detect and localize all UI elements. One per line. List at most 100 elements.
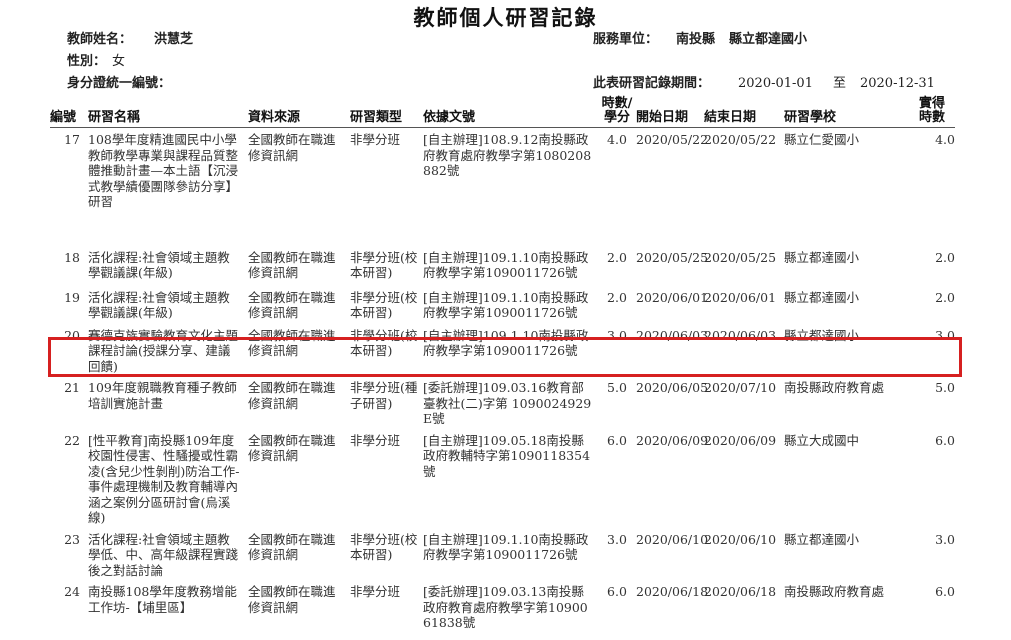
- row-end: 2020/06/18: [704, 584, 777, 599]
- row-hours: 6.0: [607, 584, 627, 599]
- teacher-name: 洪慧芝: [154, 32, 194, 47]
- row-name: 活化課程:社會領域主題教學低、中、高年級課程實踐後之對話討論: [88, 531, 239, 578]
- row-end: 2020/05/22: [704, 132, 777, 147]
- col-end: 結束日期: [704, 97, 784, 128]
- row-earned: 2.0: [935, 249, 955, 265]
- row-start: 2020/06/05: [636, 380, 709, 395]
- row-name: 108學年度精進國民中小學教師教學專業與課程品質整體推動計畫—本土語【沉浸式教學…: [88, 132, 239, 209]
- row-name: 活化課程:社會領域主題教學觀議課(年級): [88, 289, 230, 321]
- row-school: 縣立都達國小: [784, 289, 860, 305]
- period-end: 2020-12-31: [859, 76, 935, 91]
- training-table: 編號 研習名稱 資料來源 研習類型 依據文號 時數/學分 開始日期 結束日期 研…: [50, 97, 955, 640]
- teacher-name-label: 教師姓名：: [67, 32, 133, 47]
- row-start: 2020/05/25: [636, 249, 709, 265]
- unit-row: 服務單位： 南投縣 縣立都達國小: [593, 28, 807, 47]
- table-row: 20 賽德克族實驗教育文化主題課程討論(授課分享、建議回饋) 全國教師在職進修資訊網…: [50, 324, 955, 377]
- row-no: 17: [64, 132, 80, 147]
- row-no: 18: [64, 249, 80, 265]
- row-type: 非學分班: [350, 432, 401, 448]
- unit-label: 服務單位：: [593, 32, 659, 47]
- row-type: 非學分班(校本研習): [350, 327, 418, 359]
- row-type: 非學分班(種子研習): [350, 380, 418, 411]
- gender-label: 性別：: [67, 54, 107, 69]
- row-type: 非學分班: [350, 132, 401, 147]
- unit-county: 南投縣: [676, 32, 716, 47]
- row-hours: 3.0: [607, 531, 627, 547]
- table-row: 24 南投縣108學年度教務增能工作坊-【埔里區】 全國教師在職進修資訊網 非學分班 […: [50, 580, 955, 640]
- row-start: 2020/06/10: [636, 531, 709, 547]
- row-start: 2020/06/01: [636, 289, 709, 305]
- row-hours: 4.0: [607, 132, 627, 147]
- row-name: [性平教育]南投縣109年度校園性侵害、性騷擾或性霸凌(含兒少性剝削)防治工作-…: [88, 432, 240, 526]
- row-end: 2020/06/10: [704, 531, 777, 547]
- table-row: 22 [性平教育]南投縣109年度校園性侵害、性騷擾或性霸凌(含兒少性剝削)防治工…: [50, 429, 955, 528]
- row-hours: 6.0: [607, 432, 627, 448]
- row-start: 2020/06/09: [636, 432, 709, 448]
- row-earned: 2.0: [935, 289, 955, 305]
- row-school: 南投縣政府教育處: [784, 584, 885, 599]
- row-name: 109年度親職教育種子教師培訓實施計畫: [88, 380, 237, 411]
- table-row: 21 109年度親職教育種子教師培訓實施計畫 全國教師在職進修資訊網 非學分班(種子研…: [50, 376, 955, 429]
- table-row: 17 108學年度精進國民中小學教師教學專業與課程品質整體推動計畫—本土語【沉浸式…: [50, 128, 955, 246]
- row-doc: [自主辦理]109.05.18南投縣政府教輔特字第1090118354號: [423, 432, 591, 479]
- table-row: 18 活化課程:社會領域主題教學觀議課(年級) 全國教師在職進修資訊網 非學分班(校本…: [50, 246, 955, 286]
- row-hours: 3.0: [607, 327, 627, 343]
- row-doc: [自主辦理]109.1.10南投縣政府教學字第1090011726號: [423, 289, 589, 321]
- row-type: 非學分班: [350, 584, 401, 599]
- table-header: 編號 研習名稱 資料來源 研習類型 依據文號 時數/學分 開始日期 結束日期 研…: [50, 97, 955, 128]
- row-school: 縣立大成國中: [784, 432, 860, 448]
- row-start: 2020/06/03: [636, 327, 709, 343]
- row-no: 20: [64, 327, 80, 343]
- row-source: 全國教師在職進修資訊網: [248, 531, 336, 563]
- id-row: 身分證統一編號：: [67, 72, 171, 91]
- row-hours: 2.0: [607, 289, 627, 305]
- row-source: 全國教師在職進修資訊網: [248, 584, 336, 615]
- row-source: 全國教師在職進修資訊網: [248, 432, 336, 464]
- row-source: 全國教師在職進修資訊網: [248, 380, 336, 411]
- col-name: 研習名稱: [88, 97, 248, 128]
- col-earned-b: 時數: [918, 110, 945, 125]
- row-source: 全國教師在職進修資訊網: [248, 132, 336, 163]
- period-start: 2020-01-01: [738, 76, 813, 91]
- row-school: 縣立都達國小: [784, 327, 860, 343]
- row-doc: [自主辦理]109.1.10南投縣政府教學字第1090011726號: [423, 249, 589, 281]
- row-type: 非學分班(校本研習): [350, 249, 418, 281]
- row-doc: [自主辦理]109.1.10南投縣政府教學字第1090011726號: [423, 531, 589, 563]
- row-end: 2020/06/01: [704, 289, 777, 305]
- table-row: 19 活化課程:社會領域主題教學觀議課(年級) 全國教師在職進修資訊網 非學分班(校本…: [50, 286, 955, 324]
- period-label: 此表研習記錄期間：: [593, 76, 711, 91]
- row-school: 縣立都達國小: [784, 531, 860, 547]
- row-doc: [委託辦理]109.03.16教育部臺教社(二)字第 1090024929E號: [423, 380, 592, 426]
- period-sep: 至: [832, 76, 846, 91]
- row-earned: 3.0: [935, 531, 955, 547]
- row-school: 南投縣政府教育處: [784, 380, 885, 395]
- gender-value: 女: [112, 54, 126, 69]
- row-no: 21: [64, 380, 80, 395]
- row-earned: 6.0: [935, 584, 955, 599]
- col-earned: 實得 時數: [909, 97, 955, 128]
- row-type: 非學分班(校本研習): [350, 289, 418, 321]
- row-source: 全國教師在職進修資訊網: [248, 249, 336, 281]
- id-label: 身分證統一編號：: [67, 76, 172, 91]
- row-source: 全國教師在職進修資訊網: [248, 289, 336, 321]
- row-earned: 3.0: [935, 327, 955, 343]
- row-earned: 5.0: [935, 380, 955, 395]
- col-no: 編號: [50, 97, 88, 128]
- row-end: 2020/06/09: [704, 432, 777, 448]
- row-name: 賽德克族實驗教育文化主題課程討論(授課分享、建議回饋): [88, 327, 239, 374]
- row-doc: [自主辦理]109.1.10南投縣政府教學字第1090011726號: [423, 327, 589, 359]
- col-source: 資料來源: [248, 97, 350, 128]
- row-name: 南投縣108學年度教務增能工作坊-【埔里區】: [88, 584, 237, 615]
- row-earned: 4.0: [935, 132, 955, 147]
- period-row: 此表研習記錄期間： 2020-01-01 至 2020-12-31: [593, 72, 935, 91]
- row-no: 24: [64, 584, 80, 599]
- table-row: 23 活化課程:社會領域主題教學低、中、高年級課程實踐後之對話討論 全國教師在職進修…: [50, 528, 955, 581]
- row-earned: 6.0: [935, 432, 955, 448]
- row-end: 2020/07/10: [704, 380, 777, 395]
- col-start: 開始日期: [636, 97, 704, 128]
- col-hours-b: 學分: [603, 110, 630, 125]
- row-doc: [委託辦理]109.03.13南投縣政府教育處府教學字第1090061838號: [423, 584, 588, 630]
- row-school: 縣立仁愛國小: [784, 132, 860, 147]
- row-start: 2020/05/22: [636, 132, 709, 147]
- col-hours-a: 時數/: [601, 96, 633, 111]
